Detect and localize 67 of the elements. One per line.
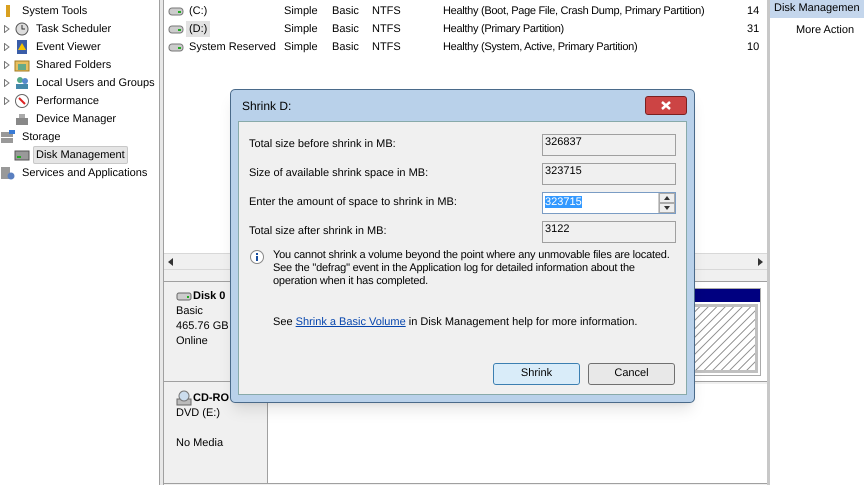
info-icon: [249, 250, 265, 266]
actions-header: Disk Managemen: [770, 0, 864, 18]
table-cell-text: Basic: [332, 22, 359, 37]
tree-node-icon: [14, 39, 30, 55]
table-cell-text: Basic: [332, 40, 359, 55]
tree-item[interactable]: Task Scheduler: [33, 20, 114, 38]
disk-name: Disk 0: [193, 288, 226, 304]
disk-status: Online: [176, 334, 209, 349]
table-cell[interactable]: System Reserved: [186, 38, 279, 56]
dialog-button[interactable]: Cancel: [588, 362, 675, 384]
field-label: Enter the amount of space to shrink in MB:: [249, 195, 457, 210]
tree-item[interactable]: Disk Management: [33, 146, 128, 164]
expand-arrow-icon[interactable]: [4, 97, 10, 105]
spin-up-icon[interactable]: [659, 192, 675, 202]
table-cell[interactable]: (D:): [186, 20, 210, 38]
table-cell-text: Simple: [284, 40, 318, 55]
disk-type: Basic: [176, 304, 204, 319]
table-cell-text: Simple: [284, 4, 318, 19]
disk-name: CD-RO: [193, 390, 230, 406]
close-icon: [661, 101, 671, 110]
readonly-field: 3122: [542, 220, 676, 242]
table-cell-text: NTFS: [372, 22, 401, 37]
tree-node-icon: [14, 93, 30, 109]
table-cell-text: 10: [747, 40, 760, 55]
expand-arrow-icon[interactable]: [4, 43, 10, 51]
table-cell-text: NTFS: [372, 4, 401, 19]
tree-item[interactable]: Local Users and Groups: [33, 74, 158, 92]
help-text: See Shrink a Basic Volume in Disk Management help for more information.: [272, 315, 638, 330]
table-cell-text: Healthy (Boot, Page File, Crash Dump, Primary Partition): [443, 4, 704, 19]
scroll-right-icon[interactable]: [758, 258, 763, 266]
table-cell-text: 31: [747, 22, 760, 37]
action-link[interactable]: More Action: [796, 22, 854, 38]
table-cell-text: Healthy (System, Active, Primary Partition): [443, 40, 638, 55]
tree-item[interactable]: Device Manager: [33, 110, 120, 128]
tree-node-icon: [14, 111, 30, 127]
tree-item[interactable]: Event Viewer: [33, 38, 104, 56]
disk-size: 465.76 GB: [176, 319, 230, 334]
tree-node-icon: [14, 21, 30, 37]
tree-item[interactable]: Services and Applications: [19, 164, 150, 182]
spin-down-icon[interactable]: [659, 202, 675, 212]
table-cell-text: 14: [747, 4, 760, 19]
expand-arrow-icon[interactable]: [4, 79, 10, 87]
readonly-field: 326837: [542, 134, 676, 156]
expand-arrow-icon[interactable]: [4, 25, 10, 33]
tree-node-icon: [14, 75, 30, 91]
field-label: Total size before shrink in MB:: [249, 137, 396, 152]
field-label: Size of available shrink space in MB:: [249, 166, 428, 182]
tree-item[interactable]: Shared Folders: [33, 56, 114, 74]
disk-type: DVD (E:): [176, 406, 221, 421]
table-cell[interactable]: (C:): [186, 2, 210, 20]
table-cell-text: NTFS: [372, 40, 401, 55]
expand-arrow-icon[interactable]: [4, 61, 10, 69]
table-cell-text: Healthy (Primary Partition): [443, 22, 564, 37]
readonly-field: 323715: [542, 162, 676, 184]
scroll-left-icon[interactable]: [168, 258, 173, 266]
dialog-title: Shrink D:: [241, 98, 292, 114]
cd-drive-icon: [176, 390, 192, 406]
dialog-button[interactable]: Shrink: [493, 362, 580, 384]
close-button[interactable]: [645, 96, 687, 115]
table-cell-text: Basic: [332, 4, 359, 19]
tree-item[interactable]: Performance: [33, 92, 102, 110]
disk-status: No Media: [176, 436, 224, 451]
tree-item[interactable]: System Tools: [19, 2, 90, 20]
field-label: Total size after shrink in MB:: [249, 224, 387, 240]
table-cell-text: Simple: [284, 22, 318, 37]
help-link[interactable]: Shrink a Basic Volume: [296, 316, 406, 328]
tree-item[interactable]: Storage: [19, 128, 64, 146]
